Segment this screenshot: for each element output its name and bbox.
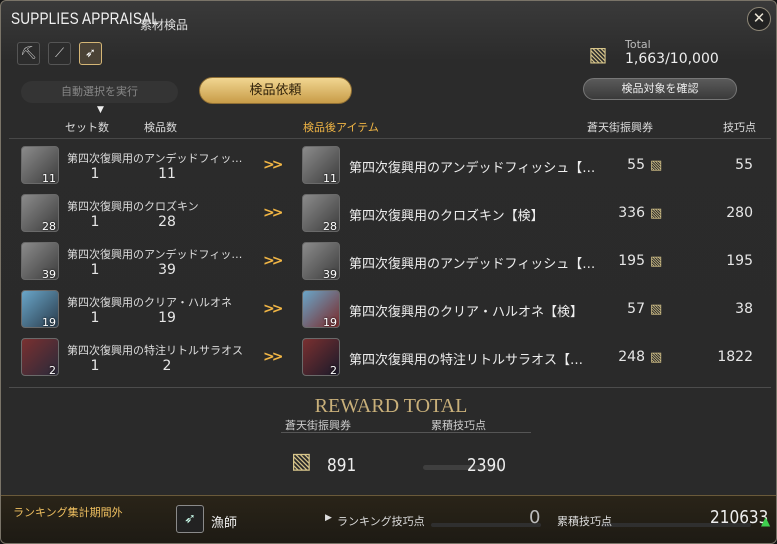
supplies-appraisal-window: SUPPLIES APPRAISAL 素材検品 ✕ ⛏ ⟋ ➶ 自動選択を実行 … bbox=[0, 0, 777, 544]
result-name: 第四次復興用のアンデッドフィッシュ【… bbox=[349, 257, 596, 272]
item-sets: 1 bbox=[90, 310, 100, 326]
auto-select-button[interactable]: 自動選択を実行 bbox=[21, 81, 178, 103]
header-sets[interactable]: セット数 bbox=[65, 119, 109, 135]
fishing-rod-icon[interactable]: ➶ bbox=[79, 42, 102, 65]
ranking-status: ランキング集計期間外 bbox=[13, 506, 123, 519]
window-title: SUPPLIES APPRAISAL bbox=[11, 9, 160, 28]
ranking-skill-label: ランキング技巧点 bbox=[337, 515, 425, 528]
item-name: 第四次復興用のクロズキン bbox=[67, 200, 199, 213]
header-result-item: 検品後アイテム bbox=[303, 121, 379, 134]
table-row[interactable]: 39 第四次復興用のアンデッドフィッ… 1 39 >> 39 第四次復興用のアン… bbox=[9, 237, 771, 285]
result-fish-icon: 39 bbox=[302, 242, 340, 281]
scrip-icon: ▧ bbox=[650, 254, 663, 269]
skill-value: 280 bbox=[726, 205, 753, 221]
skill-value: 38 bbox=[735, 301, 753, 317]
reward-scrip-total: 891 bbox=[327, 455, 357, 476]
result-fish-icon: 11 bbox=[302, 146, 340, 185]
scrip-value: 336 bbox=[618, 205, 645, 221]
result-name: 第四次復興用のクリア・ハルオネ【検】 bbox=[349, 305, 584, 320]
reward-scrip-label: 蒼天街振興券 bbox=[285, 419, 351, 432]
scrip-value: 248 bbox=[618, 349, 645, 365]
item-sets: 1 bbox=[90, 358, 100, 374]
skill-value: 55 bbox=[735, 157, 753, 173]
fish-item-icon: 2 bbox=[21, 338, 59, 377]
sort-indicator-icon: ▼ bbox=[97, 105, 104, 115]
item-name: 第四次復興用のアンデッドフィッ… bbox=[67, 248, 243, 261]
ranking-skill-bar bbox=[431, 523, 541, 527]
request-appraisal-button[interactable]: 検品依頼 bbox=[199, 77, 352, 104]
total-value: 1,663/10,000 bbox=[625, 51, 719, 67]
job-name: 漁師 bbox=[211, 516, 238, 531]
item-count: 28 bbox=[158, 214, 176, 230]
item-count: 11 bbox=[158, 166, 176, 182]
accumulated-skill-label: 累積技巧点 bbox=[557, 515, 612, 528]
skill-value: 195 bbox=[726, 253, 753, 269]
result-name: 第四次復興用のアンデッドフィッシュ【… bbox=[349, 161, 596, 176]
fish-item-icon: 11 bbox=[21, 146, 59, 185]
fish-item-icon: 39 bbox=[21, 242, 59, 281]
scrip-icon: ▧ bbox=[588, 42, 608, 66]
header-count[interactable]: 検品数 bbox=[144, 119, 177, 135]
reward-skill-total: 2390 bbox=[467, 455, 506, 476]
appraisal-list: 11 第四次復興用のアンデッドフィッ… 1 11 >> 11 第四次復興用のアン… bbox=[9, 138, 771, 384]
arrow-icon: >> bbox=[263, 253, 284, 269]
reward-divider bbox=[281, 432, 531, 433]
item-name: 第四次復興用のクリア・ハルオネ bbox=[67, 296, 232, 309]
ranking-skill-value: 0 bbox=[529, 507, 541, 528]
table-row[interactable]: 19 第四次復興用のクリア・ハルオネ 1 19 >> 19 第四次復興用のクリア… bbox=[9, 285, 771, 333]
table-row[interactable]: 11 第四次復興用のアンデッドフィッ… 1 11 >> 11 第四次復興用のアン… bbox=[9, 141, 771, 189]
item-count: 2 bbox=[162, 358, 172, 374]
arrow-icon: >> bbox=[263, 349, 284, 365]
result-fish-icon: 2 bbox=[302, 338, 340, 377]
fish-item-icon: 28 bbox=[21, 194, 59, 233]
up-arrow-icon: ▲ bbox=[761, 514, 771, 528]
item-name: 第四次復興用のアンデッドフィッ… bbox=[67, 152, 243, 165]
result-fish-icon: 28 bbox=[302, 194, 340, 233]
item-name: 第四次復興用の特注リトルサラオス bbox=[67, 344, 243, 357]
table-row[interactable]: 2 第四次復興用の特注リトルサラオス 1 2 >> 2 第四次復興用の特注リトル… bbox=[9, 333, 771, 381]
header-skill: 技巧点 bbox=[723, 121, 756, 134]
item-sets: 1 bbox=[90, 262, 100, 278]
arrow-icon: >> bbox=[263, 157, 284, 173]
table-row[interactable]: 28 第四次復興用のクロズキン 1 28 >> 28 第四次復興用のクロズキン【… bbox=[9, 189, 771, 237]
skill-value: 1822 bbox=[717, 349, 753, 365]
fisher-job-icon: ➶ bbox=[176, 505, 204, 533]
scrip-value: 55 bbox=[627, 157, 645, 173]
scrip-icon: ▧ bbox=[650, 350, 663, 365]
accumulated-skill-value: 210633 bbox=[710, 507, 769, 528]
scrip-icon: ▧ bbox=[650, 158, 663, 173]
arrow-icon: >> bbox=[263, 301, 284, 317]
reward-title: REWARD TOTAL bbox=[314, 395, 468, 417]
result-fish-icon: 19 bbox=[302, 290, 340, 329]
item-sets: 1 bbox=[90, 166, 100, 182]
pickaxe-icon[interactable]: ⛏ bbox=[17, 42, 40, 65]
fish-item-icon: 19 bbox=[21, 290, 59, 329]
play-indicator-icon: ▶ bbox=[325, 513, 332, 523]
hatchet-icon[interactable]: ⟋ bbox=[48, 42, 71, 65]
divider bbox=[9, 387, 771, 388]
confirm-targets-button[interactable]: 検品対象を確認 bbox=[583, 78, 737, 100]
scrip-value: 57 bbox=[627, 301, 645, 317]
total-label: Total bbox=[625, 38, 651, 51]
arrow-icon: >> bbox=[263, 205, 284, 221]
scrip-value: 195 bbox=[618, 253, 645, 269]
scrip-icon: ▧ bbox=[291, 449, 312, 474]
scrip-icon: ▧ bbox=[650, 206, 663, 221]
close-icon[interactable]: ✕ bbox=[747, 7, 771, 31]
scrip-icon: ▧ bbox=[650, 302, 663, 317]
reward-skill-label: 累積技巧点 bbox=[431, 419, 486, 432]
item-count: 19 bbox=[158, 310, 176, 326]
result-name: 第四次復興用の特注リトルサラオス【… bbox=[349, 353, 584, 368]
result-name: 第四次復興用のクロズキン【検】 bbox=[349, 209, 544, 224]
window-subtitle: 素材検品 bbox=[140, 18, 189, 32]
header-scrip: 蒼天街振興券 bbox=[587, 121, 653, 134]
item-count: 39 bbox=[158, 262, 176, 278]
item-sets: 1 bbox=[90, 214, 100, 230]
